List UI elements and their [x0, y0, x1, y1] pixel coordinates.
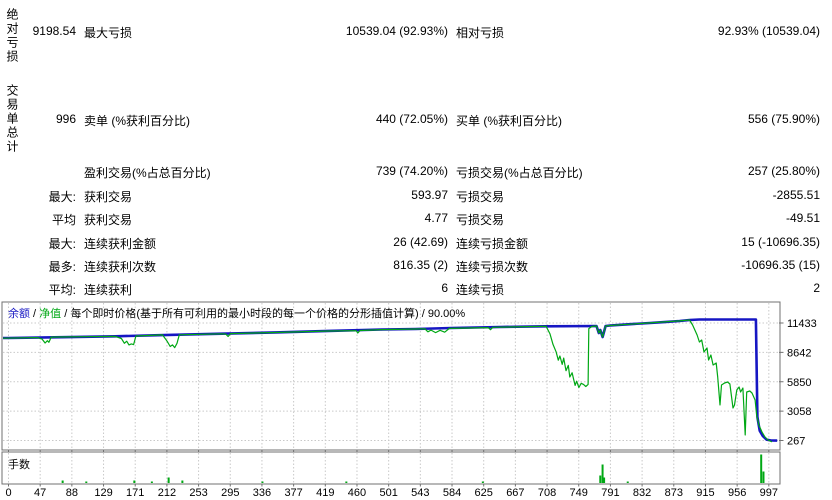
stat-value-mid: 4.77 [424, 211, 448, 225]
stat-prefix: 9198.54 [32, 24, 76, 38]
svg-text:336: 336 [253, 487, 271, 499]
svg-text:667: 667 [506, 487, 524, 499]
stat-label-left: 获利交易 [84, 213, 133, 227]
svg-text:460: 460 [348, 487, 366, 499]
stat-label-right: 相对亏损 [456, 26, 505, 40]
svg-text:625: 625 [475, 487, 493, 499]
stat-prefix: 最大: [48, 237, 76, 251]
svg-text:171: 171 [126, 487, 144, 499]
stat-value-mid: 816.35 (2) [393, 258, 448, 272]
svg-text:3058: 3058 [787, 406, 811, 418]
stat-label-right: 亏损交易 [456, 213, 505, 227]
stat-value-right: 556 (75.90%) [747, 112, 820, 126]
equity-line [3, 319, 773, 443]
strategy-tester-report: 绝对亏损 交易单总计 9198.54 最大亏损 10539.04 (92.93%) 相… [0, 0, 832, 500]
svg-text:915: 915 [696, 487, 714, 499]
stat-value-right: -2855.51 [772, 188, 820, 202]
svg-text:873: 873 [665, 487, 683, 499]
stat-label-left: 获利交易 [84, 190, 133, 204]
stat-value-right: 15 (-10696.35) [741, 235, 820, 249]
stat-value-mid: 593.97 [411, 188, 448, 202]
stat-value-mid: 440 (72.05%) [375, 112, 448, 126]
stat-prefix: 最大: [48, 190, 76, 204]
stat-value-right: 92.93% (10539.04) [717, 24, 820, 38]
x-axis-labels: 0 47 88 129 171 212 253 295 336 377 419 460 501 543 58… [5, 487, 778, 499]
svg-text:377: 377 [284, 487, 302, 499]
stat-label-right: 连续亏损次数 [456, 260, 529, 274]
stat-label-right: 买单 (%获利百分比) [456, 114, 562, 128]
stat-value-mid: 10539.04 (92.93%) [345, 24, 448, 38]
stat-value-right: -10696.35 (15) [741, 258, 820, 272]
svg-text:419: 419 [316, 487, 334, 499]
svg-text:749: 749 [570, 487, 588, 499]
svg-text:88: 88 [66, 487, 78, 499]
stat-label-right: 亏损交易 [456, 190, 505, 204]
svg-text:997: 997 [760, 487, 778, 499]
stat-label-right: 连续亏损金额 [456, 237, 529, 251]
svg-text:0: 0 [5, 487, 11, 499]
stat-label-left: 连续获利 [84, 283, 133, 297]
stat-label-right: 连续亏损 [456, 283, 505, 297]
stat-prefix: 996 [55, 112, 76, 126]
stat-label-left: 最大亏损 [84, 26, 133, 40]
svg-text:295: 295 [221, 487, 239, 499]
stat-value-mid: 739 (74.20%) [375, 164, 448, 178]
stat-label-left: 连续获利次数 [84, 260, 157, 274]
lots-bars [61, 454, 765, 483]
stat-value-right: 257 (25.80%) [747, 164, 820, 178]
svg-text:584: 584 [443, 487, 461, 499]
svg-text:5850: 5850 [787, 377, 811, 389]
svg-text:8642: 8642 [787, 347, 811, 359]
stat-value-right: -49.51 [785, 211, 820, 225]
stat-prefix: 最多: [48, 260, 76, 274]
svg-text:501: 501 [379, 487, 397, 499]
chart-ticks [8, 322, 784, 487]
balance-equity-chart: 0 47 88 129 171 212 253 295 336 377 419 460 501 543 58… [1, 301, 817, 499]
svg-text:212: 212 [158, 487, 176, 499]
svg-text:708: 708 [538, 487, 556, 499]
chart-series [3, 318, 778, 443]
svg-text:956: 956 [728, 487, 746, 499]
svg-text:832: 832 [633, 487, 651, 499]
svg-text:267: 267 [787, 436, 805, 448]
stat-value-right: 2 [813, 281, 820, 295]
svg-text:253: 253 [189, 487, 207, 499]
stat-label-left: 连续获利金额 [84, 237, 157, 251]
stat-prefix: 平均 [51, 213, 76, 227]
svg-text:129: 129 [94, 487, 112, 499]
svg-text:791: 791 [601, 487, 619, 499]
svg-text:11433: 11433 [787, 318, 817, 330]
svg-text:47: 47 [34, 487, 46, 499]
stat-prefix: 平均: [48, 283, 76, 297]
y-axis-labels: 11433 8642 5850 3058 267 [787, 318, 817, 448]
svg-text:543: 543 [411, 487, 429, 499]
stat-value-mid: 26 (42.69) [393, 235, 448, 249]
stat-value-mid: 6 [441, 281, 448, 295]
